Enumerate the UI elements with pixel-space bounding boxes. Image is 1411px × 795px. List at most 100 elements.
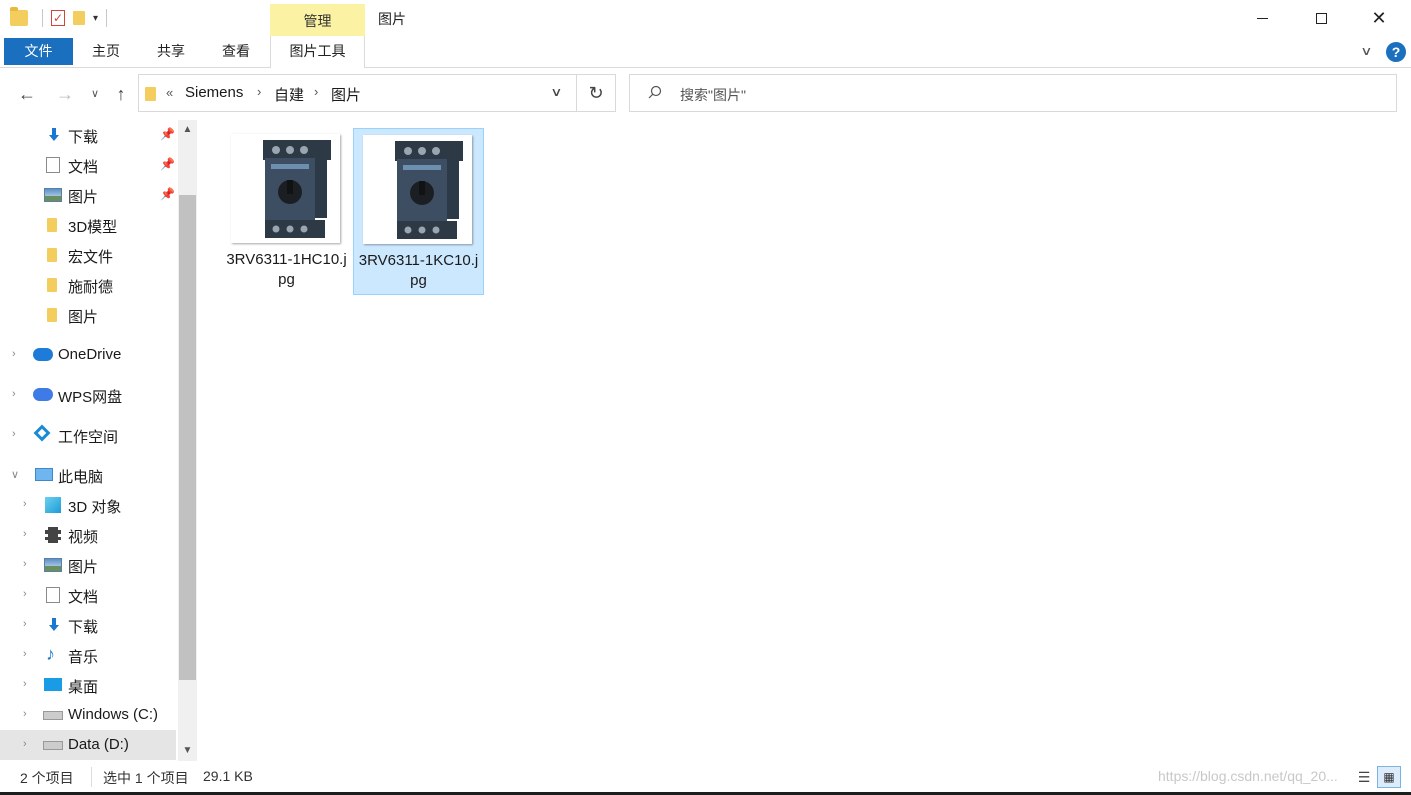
minimize-button[interactable] (1233, 0, 1291, 36)
nav-item-windows-c[interactable]: › Windows (C:) (0, 700, 176, 730)
nav-item-downloads-quick[interactable]: 下载 📌 (0, 120, 176, 150)
nav-item-onedrive[interactable]: › OneDrive (0, 340, 176, 370)
breadcrumb-custom[interactable]: 自建 (274, 84, 304, 105)
forward-arrow-icon[interactable]: → (52, 82, 78, 106)
expand-chevron-icon[interactable]: › (12, 428, 16, 440)
collapse-chevron-icon[interactable]: ∨ (11, 468, 19, 481)
nav-item-pictures-folder[interactable]: 图片 (0, 300, 176, 330)
this-pc-icon (35, 468, 53, 481)
tab-picture-tools[interactable]: 图片工具 (270, 36, 365, 68)
expand-chevron-icon[interactable]: › (23, 558, 27, 570)
back-arrow-icon[interactable]: ← (14, 82, 40, 106)
search-input[interactable]: 搜索"图片" (680, 85, 746, 105)
properties-checkmark-icon[interactable]: ✓ (51, 10, 65, 26)
expand-ribbon-chevron-icon[interactable]: ∨ (1360, 44, 1372, 58)
windows-drive-icon (43, 711, 63, 720)
tab-share[interactable]: 共享 (145, 36, 197, 67)
large-icons-view-icon[interactable]: ▦ (1377, 766, 1401, 788)
circuit-breaker-image-icon (395, 141, 463, 239)
expand-chevron-icon[interactable]: › (23, 618, 27, 630)
nav-label: 视频 (68, 529, 99, 546)
nav-item-music[interactable]: › ♪ 音乐 (0, 640, 176, 670)
quick-access-toolbar: ✓ ▾ (10, 6, 115, 30)
qat-separator-2 (106, 9, 108, 27)
scroll-down-arrow-icon[interactable]: ▼ (178, 741, 197, 761)
address-dropdown-icon[interactable]: ∨ (550, 85, 562, 99)
expand-chevron-icon[interactable]: › (23, 708, 27, 720)
expand-chevron-icon[interactable]: › (12, 348, 16, 360)
nav-label: 图片 (68, 189, 99, 206)
file-item[interactable]: 3RV6311-1HC10.jpg (222, 128, 353, 295)
refresh-button[interactable]: ↻ (577, 74, 616, 112)
expand-chevron-icon[interactable]: › (23, 738, 27, 750)
breadcrumb-chevron-icon[interactable]: › (314, 84, 318, 99)
nav-item-macro-files[interactable]: 宏文件 (0, 240, 176, 270)
nav-label: 3D 对象 (68, 499, 122, 516)
nav-scrollbar[interactable]: ▲ ▼ (178, 120, 197, 761)
expand-chevron-icon[interactable]: › (23, 648, 27, 660)
nav-item-downloads[interactable]: › 下载 (0, 610, 176, 640)
expand-chevron-icon[interactable]: › (12, 388, 16, 400)
expand-chevron-icon[interactable]: › (23, 678, 27, 690)
thumbnail-image (363, 135, 472, 244)
nav-item-workspace[interactable]: › 工作空间 (0, 420, 176, 450)
breadcrumb-pictures[interactable]: 图片 (331, 84, 361, 105)
drive-icon (43, 741, 63, 750)
nav-label: 文档 (68, 159, 99, 176)
nav-item-documents[interactable]: › 文档 (0, 580, 176, 610)
details-view-icon[interactable]: ☰ (1354, 767, 1374, 787)
close-button[interactable]: ✕ (1350, 0, 1408, 36)
expand-chevron-icon[interactable]: › (23, 588, 27, 600)
onedrive-cloud-icon (33, 348, 53, 361)
wps-cloud-icon (33, 388, 53, 401)
expand-chevron-icon[interactable]: › (23, 498, 27, 510)
folder-icon (47, 308, 57, 322)
expand-chevron-icon[interactable]: › (23, 528, 27, 540)
maximize-button[interactable] (1292, 0, 1350, 36)
nav-item-3d-models[interactable]: 3D模型 (0, 210, 176, 240)
search-box[interactable]: 搜索"图片" (629, 74, 1397, 112)
tab-file[interactable]: 文件 (4, 38, 73, 65)
search-icon (648, 85, 662, 99)
ribbon-tabs: 文件 主页 共享 查看 图片工具 ∨ ? (0, 36, 1411, 68)
nav-item-documents-quick[interactable]: 文档 📌 (0, 150, 176, 180)
nav-label: 音乐 (68, 649, 99, 666)
video-icon (45, 527, 61, 543)
recent-locations-chevron-icon[interactable]: ∨ (86, 82, 104, 106)
breadcrumb-siemens[interactable]: Siemens (185, 84, 243, 101)
folder-icon (47, 248, 57, 262)
pin-icon[interactable]: 📌 (160, 157, 175, 171)
status-bar: 2 个项目 选中 1 个项目 29.1 KB https://blog.csdn… (0, 761, 1411, 795)
nav-item-data-d[interactable]: › Data (D:) (0, 730, 176, 760)
breadcrumb-overflow[interactable]: « (166, 85, 173, 100)
address-bar[interactable]: « Siemens › 自建 › 图片 ∨ (138, 74, 577, 112)
pin-icon[interactable]: 📌 (160, 127, 175, 141)
nav-item-pictures-quick[interactable]: 图片 📌 (0, 180, 176, 210)
nav-item-wps-cloud[interactable]: › WPS网盘 (0, 380, 176, 410)
nav-item-this-pc[interactable]: ∨ 此电脑 (0, 460, 176, 490)
new-folder-icon[interactable] (73, 11, 85, 25)
address-folder-icon (145, 87, 156, 101)
nav-item-schneider[interactable]: 施耐德 (0, 270, 176, 300)
workspace-icon (33, 424, 51, 442)
tab-home[interactable]: 主页 (80, 36, 132, 67)
nav-item-videos[interactable]: › 视频 (0, 520, 176, 550)
scroll-thumb[interactable] (179, 195, 196, 680)
nav-item-desktop[interactable]: › 桌面 (0, 670, 176, 700)
scroll-up-arrow-icon[interactable]: ▲ (178, 120, 197, 140)
nav-item-pictures[interactable]: › 图片 (0, 550, 176, 580)
file-list-view[interactable]: 3RV6311-1HC10.jpg 3RV6311-1KC10.jpg (198, 120, 1411, 761)
nav-label: OneDrive (58, 346, 122, 363)
breadcrumb-chevron-icon[interactable]: › (257, 84, 261, 99)
file-name: 3RV6311-1HC10.jpg (226, 251, 347, 288)
circuit-breaker-image-icon (263, 140, 331, 238)
up-arrow-icon[interactable]: ↑ (109, 82, 133, 106)
help-button[interactable]: ? (1386, 42, 1406, 62)
nav-label: 宏文件 (68, 249, 114, 266)
customize-qat-dropdown-icon[interactable]: ▾ (93, 13, 98, 24)
context-tab-manage: 管理 (270, 4, 365, 36)
file-item-selected[interactable]: 3RV6311-1KC10.jpg (353, 128, 484, 295)
nav-item-3d-objects[interactable]: › 3D 对象 (0, 490, 176, 520)
pin-icon[interactable]: 📌 (160, 187, 175, 201)
tab-view[interactable]: 查看 (210, 36, 262, 67)
